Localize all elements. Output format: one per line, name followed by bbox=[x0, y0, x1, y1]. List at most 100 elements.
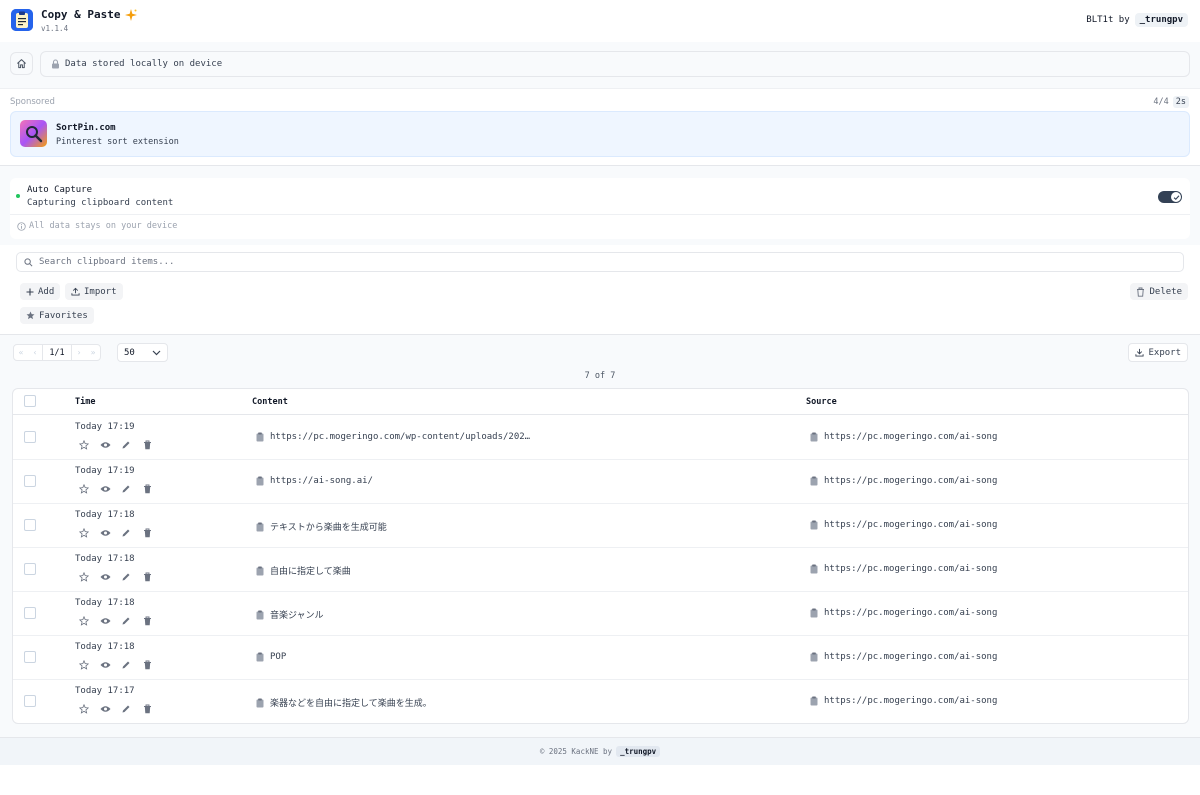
pencil-icon[interactable] bbox=[120, 483, 132, 495]
trash-icon[interactable] bbox=[141, 571, 153, 583]
row-checkbox[interactable] bbox=[24, 695, 36, 707]
search-input[interactable] bbox=[39, 257, 1169, 267]
star-icon[interactable] bbox=[78, 615, 90, 627]
table-row[interactable]: Today 17:19 https://pc.mogeringo.com/wp-c… bbox=[13, 416, 1188, 460]
row-source[interactable]: https://pc.mogeringo.com/ai-song bbox=[810, 432, 997, 442]
sponsored-card[interactable]: SortPin.com Pinterest sort extension bbox=[10, 111, 1190, 157]
eye-icon[interactable] bbox=[99, 659, 111, 671]
pencil-icon[interactable] bbox=[120, 527, 132, 539]
star-icon[interactable] bbox=[78, 571, 90, 583]
add-button[interactable]: Add bbox=[20, 283, 61, 300]
sponsored-counter: 4/4 2s bbox=[1153, 96, 1189, 108]
row-time: Today 17:18 bbox=[75, 554, 135, 564]
clipboard-icon bbox=[256, 522, 264, 532]
row-content[interactable]: 楽器などを自由に指定して楽曲を生成。 bbox=[256, 696, 432, 709]
pencil-icon[interactable] bbox=[120, 615, 132, 627]
select-all-checkbox[interactable] bbox=[24, 395, 36, 407]
pencil-icon[interactable] bbox=[120, 659, 132, 671]
lock-icon bbox=[51, 59, 60, 69]
table-row[interactable]: Today 17:18 テキストから楽曲を生成可能 https://pc.moger… bbox=[13, 504, 1188, 548]
row-actions bbox=[78, 659, 153, 671]
delete-button-label: Delete bbox=[1149, 286, 1182, 297]
column-header-content[interactable]: Content bbox=[252, 397, 288, 407]
row-source[interactable]: https://pc.mogeringo.com/ai-song bbox=[810, 564, 997, 574]
star-icon[interactable] bbox=[78, 483, 90, 495]
last-page-button[interactable]: » bbox=[86, 345, 100, 360]
row-content[interactable]: 自由に指定して楽曲 bbox=[256, 564, 351, 577]
next-page-button[interactable]: › bbox=[72, 345, 86, 360]
trash-icon[interactable] bbox=[141, 483, 153, 495]
export-button[interactable]: Export bbox=[1128, 343, 1188, 362]
page-size-select[interactable]: 50 bbox=[117, 343, 168, 362]
trash-icon[interactable] bbox=[141, 439, 153, 451]
row-checkbox[interactable] bbox=[24, 519, 36, 531]
eye-icon[interactable] bbox=[99, 571, 111, 583]
row-source-text: https://pc.mogeringo.com/ai-song bbox=[824, 696, 998, 706]
result-count: 7 of 7 bbox=[584, 371, 616, 381]
sparkle-icon bbox=[125, 8, 138, 21]
trash-icon[interactable] bbox=[141, 615, 153, 627]
first-page-button[interactable]: « bbox=[14, 345, 28, 360]
row-source[interactable]: https://pc.mogeringo.com/ai-song bbox=[810, 696, 997, 706]
star-icon[interactable] bbox=[78, 527, 90, 539]
footer-author-link[interactable]: _trungpv bbox=[616, 746, 661, 757]
row-content[interactable]: POP bbox=[256, 652, 286, 662]
clipboard-icon bbox=[256, 698, 264, 708]
pencil-icon[interactable] bbox=[120, 571, 132, 583]
trash-icon[interactable] bbox=[141, 659, 153, 671]
auto-capture-toggle[interactable] bbox=[1158, 191, 1182, 203]
table-row[interactable]: Today 17:18 自由に指定して楽曲 https://pc.mogeringo… bbox=[13, 548, 1188, 592]
row-checkbox[interactable] bbox=[24, 431, 36, 443]
storage-notice-bar: Data stored locally on device bbox=[40, 51, 1190, 77]
row-content[interactable]: https://ai-song.ai/ bbox=[256, 476, 373, 486]
row-checkbox[interactable] bbox=[24, 563, 36, 575]
row-content[interactable]: 音楽ジャンル bbox=[256, 608, 324, 621]
table-row[interactable]: Today 17:18 POP https://pc.mogeringo.com/a… bbox=[13, 636, 1188, 680]
star-icon[interactable] bbox=[78, 703, 90, 715]
eye-icon[interactable] bbox=[99, 527, 111, 539]
row-source[interactable]: https://pc.mogeringo.com/ai-song bbox=[810, 476, 997, 486]
pencil-icon[interactable] bbox=[120, 703, 132, 715]
row-checkbox[interactable] bbox=[24, 475, 36, 487]
privacy-note-text: All data stays on your device bbox=[29, 221, 178, 231]
app-header: Copy & Paste v1.1.4 BLT1t by _trungpv bbox=[0, 0, 1200, 42]
star-icon bbox=[26, 311, 35, 320]
eye-icon[interactable] bbox=[99, 483, 111, 495]
home-button[interactable] bbox=[10, 52, 33, 75]
eye-icon[interactable] bbox=[99, 615, 111, 627]
eye-icon[interactable] bbox=[99, 703, 111, 715]
prev-page-button[interactable]: ‹ bbox=[28, 345, 42, 360]
chevron-down-icon bbox=[152, 350, 161, 356]
pencil-icon[interactable] bbox=[120, 439, 132, 451]
row-checkbox[interactable] bbox=[24, 651, 36, 663]
import-button[interactable]: Import bbox=[65, 283, 123, 300]
credit-author-link[interactable]: _trungpv bbox=[1134, 13, 1188, 27]
row-time: Today 17:17 bbox=[75, 686, 135, 696]
trash-icon[interactable] bbox=[141, 527, 153, 539]
row-content[interactable]: テキストから楽曲を生成可能 bbox=[256, 520, 387, 533]
table-row[interactable]: Today 17:19 https://ai-song.ai/https://pc… bbox=[13, 460, 1188, 504]
row-checkbox[interactable] bbox=[24, 607, 36, 619]
row-content[interactable]: https://pc.mogeringo.com/wp-content/uplo… bbox=[256, 432, 530, 442]
column-header-time[interactable]: Time bbox=[75, 397, 95, 407]
add-button-label: Add bbox=[38, 286, 55, 297]
column-header-source[interactable]: Source bbox=[806, 397, 837, 407]
row-source[interactable]: https://pc.mogeringo.com/ai-song bbox=[810, 652, 997, 662]
favorites-filter-button[interactable]: Favorites bbox=[20, 307, 94, 324]
delete-button[interactable]: Delete bbox=[1130, 283, 1188, 300]
sponsored-count: 4/4 bbox=[1153, 97, 1169, 107]
row-content-text: 楽器などを自由に指定して楽曲を生成。 bbox=[270, 699, 432, 709]
star-icon[interactable] bbox=[78, 659, 90, 671]
star-icon[interactable] bbox=[78, 439, 90, 451]
search-box[interactable] bbox=[16, 252, 1184, 272]
row-actions bbox=[78, 439, 153, 451]
row-source[interactable]: https://pc.mogeringo.com/ai-song bbox=[810, 520, 997, 530]
table-row[interactable]: Today 17:18 音楽ジャンル https://pc.mogeringo.co… bbox=[13, 592, 1188, 636]
row-source-text: https://pc.mogeringo.com/ai-song bbox=[824, 564, 998, 574]
table-row[interactable]: Today 17:17 楽器などを自由に指定して楽曲を生成。 https://pc.… bbox=[13, 680, 1188, 723]
row-source[interactable]: https://pc.mogeringo.com/ai-song bbox=[810, 608, 997, 618]
auto-capture-card: Auto Capture Capturing clipboard content… bbox=[10, 178, 1190, 239]
eye-icon[interactable] bbox=[99, 439, 111, 451]
trash-icon[interactable] bbox=[141, 703, 153, 715]
row-actions bbox=[78, 527, 153, 539]
